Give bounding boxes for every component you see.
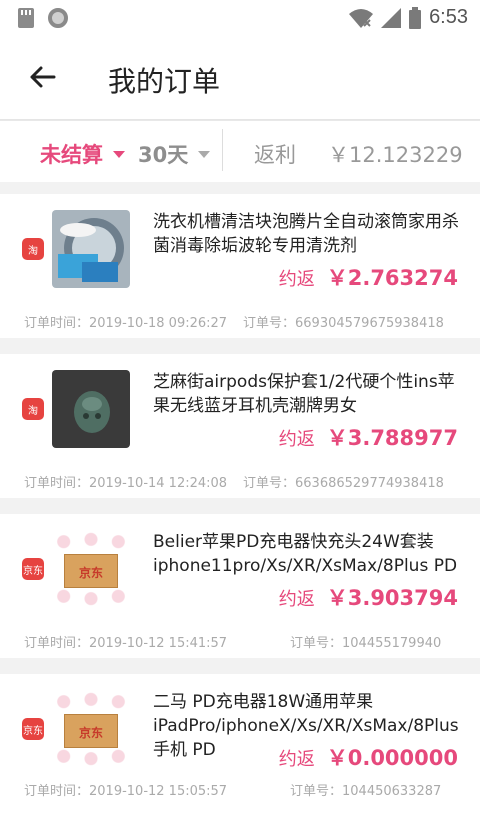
- divider: [0, 338, 480, 354]
- jd-box-image: 京东: [64, 714, 118, 748]
- jd-icon: 京东: [22, 558, 44, 580]
- estimated-rebate: 约返 ￥0.000000: [279, 742, 458, 772]
- product-title: 洗衣机槽清洁块泡腾片全自动滚筒家用杀菌消毒除垢波轮专用清洗剂: [153, 212, 459, 256]
- filter-divider: [222, 129, 223, 171]
- estimated-label: 约返: [278, 429, 315, 450]
- product-image: [52, 210, 130, 288]
- order-card[interactable]: 京东 京东 Belier苹果PD充电器快充头24W套装iphone11pro/X…: [0, 514, 480, 658]
- sd-card-icon: [18, 8, 34, 28]
- range-filter-label: 30天: [138, 143, 189, 167]
- estimated-label: 约返: [278, 749, 315, 770]
- order-card[interactable]: 淘 芝麻街airpods保护套1/2代硬个性ins苹果无线蓝牙耳机壳潮牌男女 约…: [0, 354, 480, 498]
- estimated-label: 约返: [278, 269, 315, 290]
- order-number: 订单号：104455179940: [290, 636, 442, 651]
- status-filter-label: 未结算: [40, 143, 103, 167]
- back-button[interactable]: [26, 60, 60, 94]
- divider: [0, 658, 480, 674]
- signal-icon: [381, 7, 402, 28]
- order-card[interactable]: 淘 洗衣机槽清洁块泡腾片全自动滚筒家用杀菌消毒除垢波轮专用清洗剂 约返 ￥2.76…: [0, 194, 480, 338]
- divider: [0, 498, 480, 514]
- rebate-amount: ￥3.903794: [326, 586, 458, 610]
- rebate-amount: ￥0.000000: [326, 746, 458, 770]
- rebate-total: ￥12.123229: [328, 143, 463, 167]
- order-time: 订单时间：2019-10-12 15:05:57: [24, 784, 228, 799]
- rebate-amount: ￥3.788977: [326, 426, 458, 450]
- page-title: 我的订单: [108, 65, 221, 98]
- chevron-down-icon: [198, 150, 211, 158]
- chevron-down-icon: [113, 150, 125, 158]
- status-time: 6:53: [429, 6, 468, 28]
- status-bar: 6:53: [0, 0, 480, 36]
- product-image: 京东: [52, 690, 130, 768]
- rebate-amount: ￥2.763274: [326, 266, 458, 290]
- order-time: 订单时间：2019-10-12 15:41:57: [24, 636, 228, 651]
- taobao-icon: 淘: [22, 238, 44, 260]
- order-time: 订单时间：2019-10-14 12:24:08: [24, 476, 228, 491]
- battery-icon: [409, 6, 422, 29]
- back-arrow-icon: [30, 66, 56, 88]
- range-filter-dropdown[interactable]: 30天: [138, 139, 211, 169]
- order-card[interactable]: 京东 京东 二马 PD充电器18W通用苹果iPadPro/iphoneX/Xs/…: [0, 674, 480, 818]
- order-number: 订单号：104450633287: [290, 784, 442, 799]
- jd-box-image: 京东: [64, 554, 118, 588]
- product-image: 京东: [52, 530, 130, 608]
- taobao-icon: 淘: [22, 398, 44, 420]
- product-image: [52, 370, 130, 448]
- product-title: 芝麻街airpods保护套1/2代硬个性ins苹果无线蓝牙耳机壳潮牌男女: [153, 372, 455, 416]
- jd-box-label: 京东: [78, 726, 103, 740]
- status-filter-dropdown[interactable]: 未结算: [40, 139, 125, 169]
- sync-icon: [48, 8, 68, 28]
- rebate-label: 返利: [254, 143, 296, 167]
- jd-box-label: 京东: [78, 566, 103, 580]
- order-number: 订单号：669304579675938418: [243, 316, 444, 331]
- app-bar: 我的订单: [0, 36, 480, 120]
- estimated-rebate: 约返 ￥2.763274: [279, 262, 458, 292]
- order-number: 订单号：663686529774938418: [243, 476, 444, 491]
- product-title: Belier苹果PD充电器快充头24W套装iphone11pro/Xs/XR/X…: [153, 532, 458, 576]
- wifi-icon: [349, 8, 374, 28]
- filter-bar: 未结算 30天 返利 ￥12.123229: [0, 120, 480, 182]
- jd-icon: 京东: [22, 718, 44, 740]
- estimated-label: 约返: [278, 589, 315, 610]
- estimated-rebate: 约返 ￥3.788977: [279, 422, 458, 452]
- order-time: 订单时间：2019-10-18 09:26:27: [24, 316, 228, 331]
- estimated-rebate: 约返 ￥3.903794: [279, 582, 458, 612]
